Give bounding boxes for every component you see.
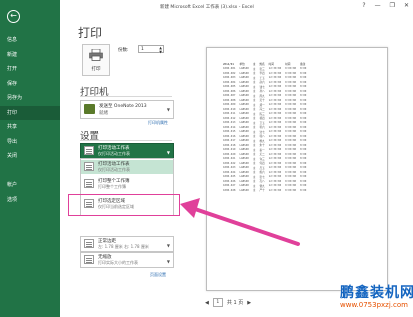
- watermark-logo: 鹏鑫装机网 www.0753pxzj.com: [340, 282, 413, 309]
- table-cell: 1000-028: [223, 188, 236, 192]
- sidebar-bottom: 帐户 选项: [0, 178, 60, 207]
- watermark-sub: www.0753pxzj.com: [340, 301, 408, 309]
- copies-value: 1: [141, 47, 144, 52]
- restore-icon[interactable]: ❐: [390, 2, 395, 9]
- printer-properties-link[interactable]: 打印机属性: [148, 120, 168, 126]
- sidebar-item-print[interactable]: 打印: [0, 105, 60, 120]
- minimize-icon[interactable]: —: [375, 2, 381, 9]
- onenote-printer-icon: [84, 104, 95, 114]
- sidebar-item-save-as[interactable]: 另存为: [0, 91, 60, 106]
- table-cell: 严十: [259, 189, 265, 193]
- window-title: 新建 Microsoft Excel 工作表 (3).xlsx - Excel: [160, 5, 254, 10]
- scaling-icon: [84, 255, 94, 264]
- sidebar-item-open[interactable]: 打开: [0, 62, 60, 77]
- scaling-desc: 打印实际大小的工作表: [98, 260, 138, 265]
- option-desc: 仅打印活动工作表: [98, 167, 130, 172]
- sidebar-item-new[interactable]: 新建: [0, 48, 60, 63]
- margins-select[interactable]: 正常边距 左: 1.78 厘米 右: 1.78 厘米 ▼: [80, 236, 174, 252]
- divider: [80, 140, 172, 141]
- sheet-icon: [84, 162, 94, 171]
- printer-status: 就绪: [99, 111, 108, 116]
- stepper-arrows-icon[interactable]: ▲ ▼: [159, 46, 162, 54]
- table-row: 1000-028 LABS00 主严十 12:30:00 0:00:00 8:00: [221, 188, 308, 193]
- title-bar: 新建 Microsoft Excel 工作表 (3).xlsx - Excel …: [60, 0, 413, 14]
- chevron-down-icon: ▼: [166, 107, 170, 112]
- page-number-input[interactable]: 1: [212, 298, 223, 307]
- chevron-down-icon: ▼: [166, 259, 170, 264]
- sidebar-item-export[interactable]: 导出: [0, 135, 60, 150]
- table-cell: 12:30:00: [268, 188, 282, 192]
- table-cell: 主: [252, 189, 256, 193]
- sidebar-item-close[interactable]: 关闭: [0, 149, 60, 164]
- margins-icon: [84, 239, 94, 248]
- sidebar-item-account[interactable]: 帐户: [0, 178, 60, 193]
- table-cell: LABS00: [239, 188, 249, 192]
- prev-page-icon[interactable]: ◀: [205, 300, 209, 306]
- printer-select[interactable]: 发送至 OneNote 2013 就绪 ▼: [80, 100, 174, 119]
- option-desc: 打印整个工作簿: [98, 184, 126, 189]
- dropdown-option-entire-workbook[interactable]: 打印整个工作簿 打印整个工作簿: [81, 177, 173, 191]
- window-controls: ? — ❐ ✕: [362, 2, 409, 9]
- printer-icon: [89, 49, 103, 61]
- copies-label: 份数:: [118, 48, 129, 53]
- chevron-down-icon: ▼: [166, 243, 170, 248]
- margins-desc: 左: 1.78 厘米 右: 1.78 厘米: [98, 244, 149, 249]
- watermark-main: 鹏鑫装机网: [340, 285, 413, 301]
- workbook-icon: [84, 179, 94, 188]
- page-title: 打印: [78, 26, 103, 40]
- scaling-select[interactable]: 无缩放 打印实际大小的工作表 ▼: [80, 252, 174, 268]
- page-setup-link[interactable]: 页面设置: [150, 272, 166, 278]
- table-cell: 0:00:00: [285, 188, 297, 192]
- divider: [80, 96, 172, 97]
- sidebar-item-options[interactable]: 选项: [0, 193, 60, 208]
- dropdown-option-active-sheets[interactable]: 打印活动工作表 仅打印活动工作表: [81, 160, 173, 174]
- print-button-label: 打印: [91, 67, 101, 72]
- sidebar-item-save[interactable]: 保存: [0, 77, 60, 92]
- table-cell: 8:00: [300, 188, 307, 192]
- print-button[interactable]: 打印: [82, 44, 110, 76]
- sheet-icon: [84, 146, 94, 155]
- backstage-nav: 信息 新建 打开 保存 另存为 打印 共享 导出 关闭: [0, 33, 60, 164]
- chevron-down-icon: ▼: [166, 150, 170, 155]
- annotation-highlight-box: [68, 194, 180, 216]
- sidebar-item-info[interactable]: 信息: [0, 33, 60, 48]
- print-preview-page: 2014/01 单位主姓名 时间 时间 备注 1000-001 LABS00 主张三 12:30…: [206, 47, 388, 291]
- back-arrow-icon[interactable]: ←: [7, 10, 20, 23]
- help-icon[interactable]: ?: [362, 2, 365, 9]
- print-scope-selected-desc: 仅打印活动工作表: [98, 151, 130, 156]
- print-scope-select[interactable]: 打印活动工作表 仅打印活动工作表 ▼: [80, 143, 174, 159]
- preview-pager: ◀ 1 共 1 页 ▶: [205, 298, 251, 307]
- close-icon[interactable]: ✕: [404, 2, 409, 9]
- sidebar-item-share[interactable]: 共享: [0, 120, 60, 135]
- copies-stepper[interactable]: 1 ▲ ▼: [138, 45, 164, 54]
- next-page-icon[interactable]: ▶: [247, 300, 251, 306]
- preview-table: 2014/01 单位主姓名 时间 时间 备注 1000-001 LABS00 主张三 12:30…: [221, 62, 308, 193]
- backstage-sidebar: ← 信息 新建 打开 保存 另存为 打印 共享 导出 关闭 帐户 选项: [0, 0, 60, 317]
- page-total: 共 1 页: [226, 300, 244, 306]
- printer-name: 发送至 OneNote 2013: [99, 104, 147, 109]
